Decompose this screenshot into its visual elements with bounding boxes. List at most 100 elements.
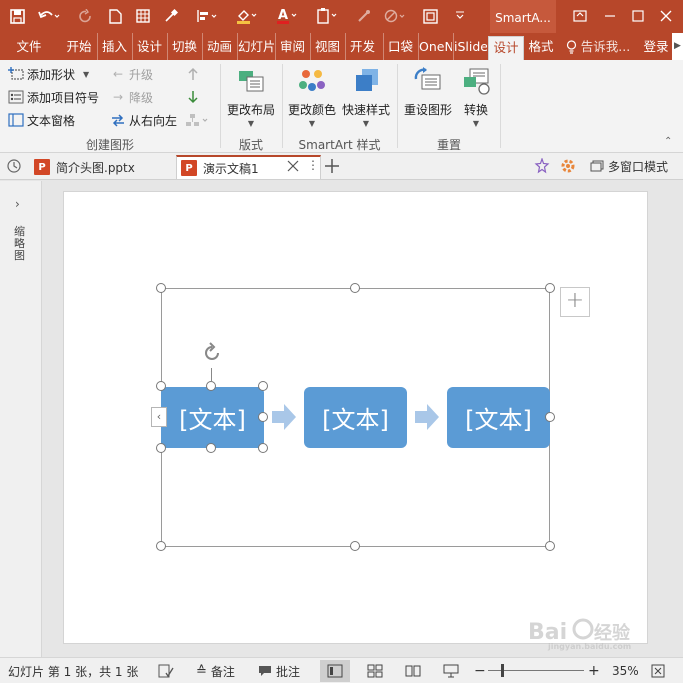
- tab-scroll-right-icon[interactable]: ▶: [672, 33, 683, 60]
- right-to-left-button[interactable]: 从右向左: [110, 110, 177, 130]
- resize-handle[interactable]: [350, 541, 360, 551]
- fit-to-window-icon[interactable]: [651, 658, 665, 683]
- org-layout-icon[interactable]: [185, 110, 209, 130]
- brush-icon[interactable]: [352, 4, 376, 28]
- notes-button[interactable]: ≙ 备注: [196, 658, 235, 683]
- magic-wand-icon[interactable]: [534, 157, 550, 177]
- zoom-slider-thumb[interactable]: [501, 664, 504, 677]
- shape-fill-icon[interactable]: [232, 4, 262, 28]
- undo-icon[interactable]: [34, 4, 64, 28]
- shape-resize-handle[interactable]: [258, 443, 268, 453]
- tab-developer[interactable]: 开发: [345, 33, 379, 60]
- redo-icon[interactable]: [74, 4, 96, 28]
- text-pane-button[interactable]: 文本窗格: [8, 110, 75, 130]
- more-vertical-icon[interactable]: ⋮: [307, 158, 319, 172]
- shape-resize-handle[interactable]: [206, 443, 216, 453]
- resize-handle[interactable]: [545, 412, 555, 422]
- zoom-out-icon[interactable]: −: [474, 658, 486, 683]
- convert-button[interactable]: 转换 ▼: [456, 65, 496, 128]
- change-layout-button[interactable]: 更改布局 ▼: [225, 65, 277, 128]
- powerpoint-icon: P: [34, 159, 50, 175]
- comment-icon: [258, 665, 272, 677]
- resize-handle[interactable]: [545, 283, 555, 293]
- smartart-shape[interactable]: [文本]: [304, 387, 407, 448]
- collapse-ribbon-icon[interactable]: ⌃: [664, 136, 672, 147]
- align-icon[interactable]: [192, 4, 222, 28]
- move-up-icon[interactable]: [187, 64, 199, 84]
- tab-review[interactable]: 审阅: [275, 33, 309, 60]
- reset-graphic-button[interactable]: 重设图形: [402, 65, 454, 118]
- tab-onenote[interactable]: OneN: [418, 33, 452, 60]
- promote-button[interactable]: ← 升级: [110, 64, 153, 84]
- tab-home[interactable]: 开始: [62, 33, 96, 60]
- text-pane-toggle-icon[interactable]: ‹: [151, 407, 167, 427]
- zoom-level[interactable]: 35%: [612, 658, 639, 683]
- tab-file[interactable]: 文件: [6, 33, 52, 60]
- doc-tab-presentation1[interactable]: P 演示文稿1 ⋮: [176, 155, 321, 179]
- spellcheck-icon[interactable]: [158, 658, 174, 683]
- tab-insert[interactable]: 插入: [97, 33, 131, 60]
- lightbulb-icon: [566, 39, 577, 54]
- expand-pane-icon[interactable]: ›: [15, 197, 20, 211]
- move-down-icon[interactable]: [187, 87, 199, 107]
- zoom-in-icon[interactable]: +: [588, 658, 600, 683]
- tab-slideshow[interactable]: 幻灯片: [237, 33, 274, 60]
- reading-view-icon[interactable]: [398, 660, 428, 682]
- tab-view[interactable]: 视图: [310, 33, 344, 60]
- tab-smartart-format[interactable]: 格式: [525, 33, 557, 60]
- table-icon[interactable]: [132, 4, 154, 28]
- rotate-handle-icon[interactable]: [201, 342, 223, 367]
- eyedropper-icon[interactable]: [160, 4, 182, 28]
- sign-in-link[interactable]: 登录: [640, 33, 672, 60]
- shape-resize-handle[interactable]: [156, 381, 166, 391]
- shape-resize-handle[interactable]: [258, 381, 268, 391]
- add-bullet-button[interactable]: 添加项目符号: [8, 87, 99, 107]
- doc-tab-intro[interactable]: P 简介头图.pptx: [30, 155, 176, 179]
- resize-handle[interactable]: [545, 541, 555, 551]
- group-separator: [220, 64, 221, 148]
- quick-styles-button[interactable]: 快速样式 ▼: [340, 65, 392, 128]
- normal-view-icon[interactable]: [320, 660, 350, 682]
- ribbon-tab-bar: 文件 开始 插入 设计 切换 动画 幻灯片 审阅 视图 开发 口袋 OneN i…: [0, 33, 683, 60]
- resize-handle[interactable]: [156, 541, 166, 551]
- maximize-icon[interactable]: [626, 6, 650, 26]
- tab-pocket[interactable]: 口袋: [383, 33, 417, 60]
- thumbnail-pane-collapsed[interactable]: › 缩略图: [0, 181, 42, 657]
- paste-icon[interactable]: [312, 4, 342, 28]
- slideshow-icon[interactable]: [436, 660, 466, 682]
- no-symbol-icon[interactable]: [380, 4, 410, 28]
- resize-handle[interactable]: [156, 283, 166, 293]
- resize-handle[interactable]: [350, 283, 360, 293]
- close-icon[interactable]: [654, 6, 678, 26]
- tab-islide[interactable]: iSlide: [453, 33, 487, 60]
- demote-button[interactable]: → 降级: [110, 87, 153, 107]
- change-colors-button[interactable]: 更改颜色 ▼: [287, 65, 337, 128]
- tab-design[interactable]: 设计: [132, 33, 166, 60]
- new-tab-icon[interactable]: [322, 156, 344, 176]
- minimize-icon[interactable]: [598, 6, 622, 26]
- tab-smartart-design[interactable]: 设计: [488, 36, 524, 60]
- close-tab-icon[interactable]: [287, 160, 299, 175]
- slide-counter: 幻灯片 第 1 张，共 1 张: [8, 664, 139, 679]
- new-file-icon[interactable]: [104, 4, 126, 28]
- tab-animations[interactable]: 动画: [202, 33, 236, 60]
- add-shape-button[interactable]: 添加形状 ▼: [8, 64, 89, 84]
- smartart-shape[interactable]: [文本]: [161, 387, 264, 448]
- shape-resize-handle[interactable]: [206, 381, 216, 391]
- history-icon[interactable]: [6, 158, 22, 177]
- settings-icon[interactable]: [560, 158, 576, 177]
- tell-me-search[interactable]: 告诉我...: [562, 33, 634, 60]
- customize-qat-icon[interactable]: [450, 4, 470, 28]
- shape-resize-handle[interactable]: [258, 412, 268, 422]
- save-icon[interactable]: [6, 4, 28, 28]
- add-layout-element-icon[interactable]: +: [560, 287, 590, 317]
- ribbon-display-icon[interactable]: [568, 6, 592, 26]
- tab-transitions[interactable]: 切换: [167, 33, 201, 60]
- multi-window-button[interactable]: 多窗口模式: [590, 156, 668, 176]
- font-color-icon[interactable]: A: [272, 4, 302, 28]
- slide-sorter-icon[interactable]: [360, 660, 390, 682]
- screenshot-icon[interactable]: [418, 4, 442, 28]
- shape-resize-handle[interactable]: [156, 443, 166, 453]
- comments-button[interactable]: 批注: [258, 658, 300, 683]
- smartart-shape[interactable]: [文本]: [447, 387, 550, 448]
